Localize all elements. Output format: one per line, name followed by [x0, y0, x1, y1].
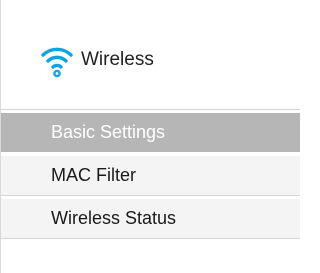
wireless-nav-panel: Wireless Basic Settings MAC Filter Wirel… [0, 0, 300, 273]
menu-item-label: Basic Settings [51, 122, 166, 142]
wifi-icon [41, 47, 73, 78]
menu-item-wireless-status[interactable]: Wireless Status [1, 199, 300, 239]
section-title: Wireless [81, 49, 154, 70]
menu-item-label: MAC Filter [51, 165, 136, 185]
menu-item-label: Wireless Status [51, 208, 177, 228]
wireless-section-header[interactable]: Wireless [1, 0, 300, 110]
menu-item-mac-filter[interactable]: MAC Filter [1, 156, 300, 196]
menu-item-basic-settings[interactable]: Basic Settings [1, 113, 300, 153]
wireless-menu: Basic Settings MAC Filter Wireless Statu… [1, 113, 300, 239]
